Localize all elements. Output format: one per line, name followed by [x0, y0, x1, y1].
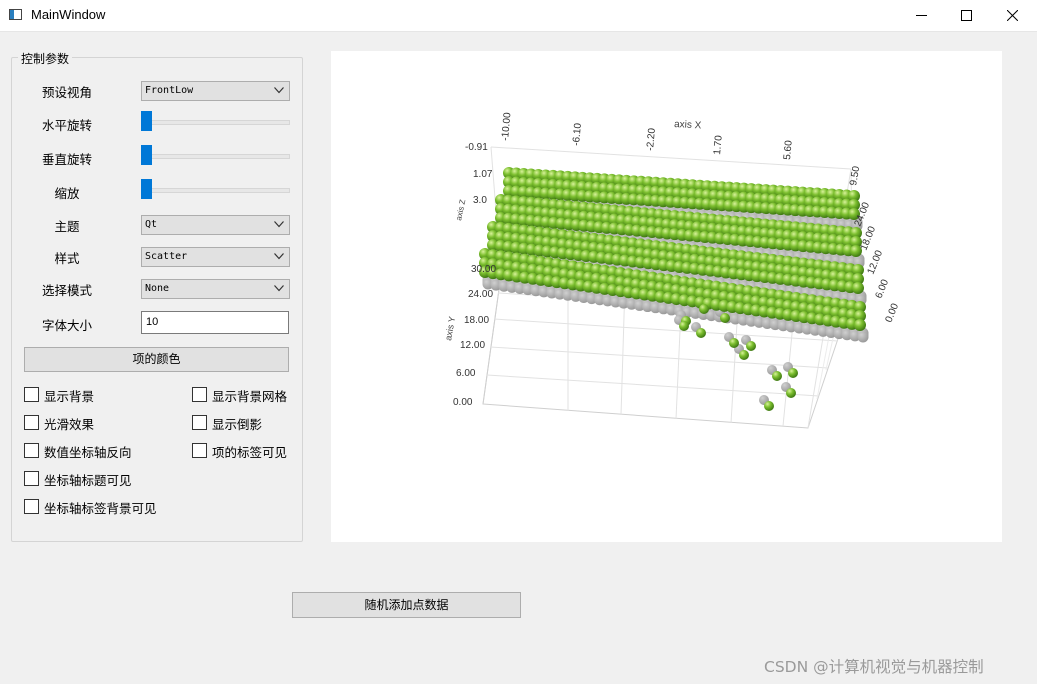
axis-x-tick: -10.00 [500, 112, 513, 142]
horizontal-rotation-slider[interactable] [141, 111, 290, 133]
watermark: CSDN @计算机视觉与机器控制 [764, 658, 984, 676]
scatter-point [786, 388, 796, 398]
horizontal-rotation-label: 水平旋转 [41, 118, 92, 133]
axis-title-visible-label: 坐标轴标题可见 [44, 473, 132, 488]
scatter-point [696, 328, 706, 338]
zoom-slider[interactable] [141, 179, 290, 201]
selection-mode-label: 选择模式 [41, 283, 92, 298]
scatter-point [772, 371, 782, 381]
scatter-point [739, 350, 749, 360]
zoom-label: 缩放 [54, 186, 80, 201]
axis-z-tick: -0.91 [465, 142, 488, 153]
minimize-icon [916, 15, 927, 16]
checkbox-box[interactable] [192, 443, 207, 458]
scatter-3d-view[interactable]: axis X axis Y axis Z -10.00 -6.10 -2.20 … [331, 51, 1002, 542]
smooth-label: 光滑效果 [44, 417, 95, 432]
maximize-icon [961, 10, 972, 21]
axis-y-title: axis Y [443, 316, 457, 342]
axis-z-tick: 3.0 [473, 195, 487, 206]
vertical-rotation-label: 垂直旋转 [41, 152, 92, 167]
checkbox-box[interactable] [24, 443, 39, 458]
font-size-value: 10 [146, 316, 159, 328]
axis-y-tick: 6.00 [456, 368, 476, 379]
axis-x-title: axis X [674, 119, 702, 131]
preset-view-combo[interactable]: FrontLow [141, 81, 290, 101]
chevron-down-icon [274, 253, 284, 260]
axis-y-tick: 24.00 [468, 289, 493, 300]
show-shadow-label: 显示倒影 [212, 417, 263, 432]
chevron-down-icon [274, 285, 284, 292]
scatter-point [852, 282, 864, 294]
reverse-value-axis-label: 数值坐标轴反向 [44, 445, 132, 460]
theme-label: 主题 [54, 219, 80, 234]
scatter-point [857, 331, 869, 343]
axis-z-tick: 1.07 [473, 169, 493, 180]
scatter-point [746, 341, 756, 351]
slider-groove [141, 154, 290, 159]
axis-z-title: axis Z [454, 199, 467, 222]
show-background-label: 显示背景 [44, 389, 95, 404]
theme-combo[interactable]: Qt [141, 215, 290, 235]
scatter-point [720, 313, 730, 323]
style-value: Scatter [145, 251, 188, 262]
item-color-button[interactable]: 项的颜色 [24, 347, 289, 372]
axis-y-tick: 18.00 [464, 315, 489, 326]
theme-value: Qt [145, 219, 158, 230]
scatter-point [788, 368, 798, 378]
scatter-point [729, 338, 739, 348]
close-icon [1007, 10, 1018, 21]
slider-handle[interactable] [141, 179, 152, 199]
close-button[interactable] [990, 0, 1036, 31]
control-group-title: 控制参数 [18, 50, 73, 67]
slider-handle[interactable] [141, 145, 152, 165]
font-size-input[interactable]: 10 [141, 311, 289, 334]
scatter-3d-chart[interactable]: axis X axis Y axis Z -10.00 -6.10 -2.20 … [331, 51, 1002, 542]
preset-view-label: 预设视角 [41, 85, 92, 100]
font-size-label: 字体大小 [41, 318, 92, 333]
add-random-points-button[interactable]: 随机添加点数据 [292, 592, 521, 618]
style-label: 样式 [54, 251, 80, 266]
scatter-point [764, 401, 774, 411]
checkbox-box[interactable] [24, 415, 39, 430]
axis-y-tick: 0.00 [453, 397, 473, 408]
preset-view-value: FrontLow [145, 85, 194, 96]
checkbox-box[interactable] [192, 387, 207, 402]
slider-groove [141, 188, 290, 193]
axis-x-tick: 5.60 [782, 139, 795, 160]
scatter-point [699, 304, 709, 314]
axis-x-tick: -2.20 [645, 127, 658, 151]
item-label-visible-label: 项的标签可见 [212, 445, 288, 460]
vertical-rotation-slider[interactable] [141, 145, 290, 167]
axis-z-tick: 6.00 [874, 278, 892, 301]
selection-mode-combo[interactable]: None [141, 279, 290, 299]
checkbox-box[interactable] [24, 499, 39, 514]
minimize-button[interactable] [899, 0, 945, 31]
axis-x-tick: -6.10 [571, 122, 584, 146]
axis-label-background-visible-label: 坐标轴标签背景可见 [44, 501, 157, 516]
chevron-down-icon [274, 221, 284, 228]
axis-x-tick: 1.70 [712, 134, 725, 155]
axis-y-tick: 12.00 [460, 340, 485, 351]
app-icon [9, 9, 22, 20]
title-bar: MainWindow [0, 0, 1037, 32]
scatter-point [679, 321, 689, 331]
axis-y-tick: 30.00 [471, 264, 496, 275]
scatter-point [854, 319, 866, 331]
window-title: MainWindow [31, 7, 106, 22]
style-combo[interactable]: Scatter [141, 247, 290, 267]
maximize-button[interactable] [944, 0, 990, 31]
chevron-down-icon [274, 87, 284, 94]
show-background-grid-label: 显示背景网格 [212, 389, 288, 404]
checkbox-box[interactable] [192, 415, 207, 430]
selection-mode-value: None [145, 283, 170, 294]
axis-z-tick: 0.00 [884, 302, 902, 325]
checkbox-box[interactable] [24, 387, 39, 402]
axis-x-tick: 9.50 [848, 165, 862, 187]
checkbox-box[interactable] [24, 471, 39, 486]
slider-handle[interactable] [141, 111, 152, 131]
slider-groove [141, 120, 290, 125]
